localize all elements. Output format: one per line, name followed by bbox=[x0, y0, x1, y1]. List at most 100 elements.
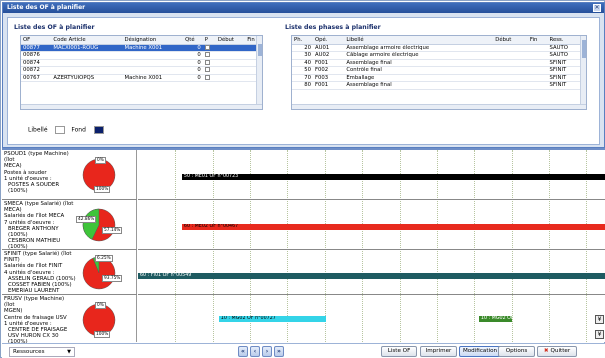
resource-description: SFINIT (type Salarié) (îlot FINIT) Salarié… bbox=[4, 251, 76, 294]
of-column-header[interactable]: P bbox=[202, 36, 216, 45]
phase-libelle: Assemblage armoire électrique bbox=[344, 44, 494, 52]
of-table-row[interactable]: 00872 0 bbox=[21, 66, 262, 75]
priority-checkbox[interactable] bbox=[204, 74, 210, 80]
pie-percent-label: 100% bbox=[94, 186, 111, 193]
operation-bar[interactable]: 10 : MG02 OF bbox=[478, 316, 512, 322]
resource-row[interactable]: FRUSV (type Machine) (îlot MGEN) Centre de… bbox=[2, 295, 137, 344]
libelle-color-swatch[interactable] bbox=[55, 126, 66, 134]
nav-prev-button[interactable]: ‹ bbox=[250, 346, 260, 357]
of-column-header[interactable]: Qté bbox=[183, 36, 203, 45]
resource-row[interactable]: PSOUD1 (type Machine) (îlot MECA) Postes à… bbox=[2, 150, 137, 200]
quitter-label: Quitter bbox=[550, 348, 571, 354]
of-table-row[interactable]: 00876 0 bbox=[21, 51, 262, 60]
nav-next-button[interactable]: › bbox=[262, 346, 272, 357]
of-priority-cell[interactable] bbox=[202, 59, 216, 67]
of-grid[interactable]: OF Code Article Désignation Qté P Début Fin 00… bbox=[20, 35, 263, 110]
pie-percent-label: 0% bbox=[95, 157, 106, 164]
phase-operation: F002 bbox=[313, 66, 345, 75]
of-qte: 0 bbox=[183, 51, 203, 60]
phase-table-row[interactable]: 70 F003 Emballage SFINIT bbox=[292, 74, 586, 82]
quit-icon: ✖ bbox=[543, 348, 549, 354]
of-debut bbox=[215, 59, 246, 67]
of-table-row[interactable]: 00767 AZERTYUIOPQS Machine X001 0 bbox=[21, 74, 262, 82]
dialog-title: Liste des OF à planifier bbox=[7, 4, 86, 11]
liste-of-button[interactable]: Liste OF bbox=[381, 346, 417, 357]
operation-bar[interactable]: 50 : ME01 OF n°00723 bbox=[181, 174, 605, 180]
priority-checkbox[interactable] bbox=[204, 59, 210, 65]
phase-column-header[interactable]: Début bbox=[493, 36, 528, 45]
operation-bar[interactable]: 60 : FI01 OF n°00549 bbox=[138, 273, 605, 279]
scroll-down-icon[interactable]: ¥ bbox=[595, 315, 604, 324]
phase-column-header[interactable]: Ph. bbox=[292, 36, 314, 45]
quitter-button[interactable]: ✖ Quitter bbox=[537, 346, 577, 357]
phase-operation: AU01 bbox=[313, 44, 345, 52]
of-designation: Machine X001 bbox=[122, 44, 184, 52]
of-panel-title: Liste des OF à planifier bbox=[14, 24, 95, 31]
nav-last-button[interactable]: » bbox=[274, 346, 284, 357]
nav-first-button[interactable]: « bbox=[238, 346, 248, 357]
app-window: Liste des OF à planifier ✕ Liste des OF … bbox=[0, 0, 605, 358]
of-grid-hscrollbar[interactable] bbox=[21, 104, 262, 109]
priority-checkbox[interactable] bbox=[204, 67, 210, 73]
phase-table-row[interactable]: 80 F001 Assemblage final SFINIT bbox=[292, 81, 586, 90]
phase-number: 20 bbox=[292, 44, 314, 52]
lane-separator bbox=[138, 249, 605, 250]
view-select[interactable]: Ressources ▼ bbox=[9, 347, 75, 357]
of-table-row[interactable]: 00877 MACXI001-ROUG Machine X001 0 bbox=[21, 44, 262, 52]
resource-row[interactable]: SFINIT (type Salarié) (îlot FINIT) Salarié… bbox=[2, 250, 137, 295]
pie-percent-label: 0% bbox=[95, 301, 106, 309]
phase-debut bbox=[493, 44, 528, 52]
imprimer-button[interactable]: Imprimer bbox=[420, 346, 457, 357]
phase-table-row[interactable]: 30 AU02 Câblage armoire électrique SAUTO bbox=[292, 51, 586, 60]
resource-description: SMECA (type Salarié) (îlot MECA) Salariés … bbox=[4, 201, 76, 249]
gantt-chart: PSOUD1 (type Machine) (îlot MECA) Postes à… bbox=[2, 148, 605, 344]
close-icon[interactable]: ✕ bbox=[593, 4, 601, 12]
of-table-row[interactable]: 00874 0 bbox=[21, 59, 262, 67]
operation-bar[interactable]: 10 : MG02 OF n°00727 bbox=[218, 316, 326, 322]
pie-percent-label: 93.75% bbox=[102, 274, 123, 282]
of-column-header[interactable]: OF bbox=[21, 36, 52, 45]
operation-bar[interactable]: 60 : ME02 OF n°00467 bbox=[181, 224, 605, 230]
phase-table-row[interactable]: 50 F002 Contrôle final SFINIT bbox=[292, 66, 586, 75]
phase-debut bbox=[493, 66, 528, 75]
fond-color-swatch[interactable] bbox=[93, 126, 104, 134]
phase-debut bbox=[493, 81, 528, 90]
resource-unit: BREGER ANTHONY (100%) bbox=[8, 225, 59, 239]
phase-debut bbox=[493, 59, 528, 67]
of-column-header[interactable]: Début bbox=[215, 36, 246, 45]
of-priority-cell[interactable] bbox=[202, 51, 216, 60]
phase-table-row[interactable]: 20 AU01 Assemblage armoire électrique SAUTO bbox=[292, 44, 586, 52]
of-priority-cell[interactable] bbox=[202, 66, 216, 75]
scroll-end-icon[interactable]: ¥ bbox=[595, 330, 604, 339]
phase-libelle: Emballage bbox=[344, 74, 494, 82]
of-designation: Machine X001 bbox=[122, 74, 184, 82]
of-priority-cell[interactable] bbox=[202, 74, 216, 82]
phase-column-header[interactable]: Libellé bbox=[344, 36, 494, 45]
of-qte: 0 bbox=[183, 59, 203, 67]
of-number: 00877 bbox=[21, 44, 52, 52]
modification-button[interactable]: Modification bbox=[459, 346, 501, 357]
phase-libelle: Assemblage final bbox=[344, 59, 494, 67]
phase-column-header[interactable]: Opé. bbox=[313, 36, 345, 45]
phase-table-row[interactable]: 40 F001 Assemblage final SFINIT bbox=[292, 59, 586, 67]
of-grid-scrollbar[interactable] bbox=[256, 36, 262, 109]
phase-grid-hscrollbar[interactable] bbox=[292, 104, 586, 109]
phase-column-header[interactable]: Fin bbox=[527, 36, 548, 45]
phase-fin bbox=[527, 66, 548, 75]
of-column-header[interactable]: Code Article bbox=[51, 36, 123, 45]
resource-row[interactable]: SMECA (type Salarié) (îlot MECA) Salariés … bbox=[2, 200, 137, 250]
dialog-body: Liste des OF à planifier OF Code Article D… bbox=[7, 17, 600, 145]
options-button[interactable]: Options bbox=[498, 346, 535, 357]
bottom-toolbar: Ressources ▼ « ‹ › » Liste OF Imprimer M… bbox=[2, 343, 605, 358]
of-priority-cell[interactable] bbox=[202, 44, 216, 52]
phase-fin bbox=[527, 74, 548, 82]
timeline[interactable]: 50 : ME01 OF n°00723 60 : ME02 OF n°00467… bbox=[138, 150, 605, 344]
priority-checkbox[interactable] bbox=[204, 44, 210, 50]
of-column-header[interactable]: Désignation bbox=[122, 36, 184, 45]
priority-checkbox[interactable] bbox=[204, 52, 210, 58]
resource-line: PSOUD1 (type Machine) (îlot bbox=[4, 151, 69, 164]
pie-percent-label: 42.86% bbox=[76, 216, 97, 223]
phase-operation: AU02 bbox=[313, 51, 345, 60]
phase-grid-scrollbar[interactable] bbox=[580, 36, 586, 109]
phase-grid[interactable]: Ph. Opé. Libellé Début Fin Ress. 20 AU01 Assemb… bbox=[291, 35, 587, 110]
